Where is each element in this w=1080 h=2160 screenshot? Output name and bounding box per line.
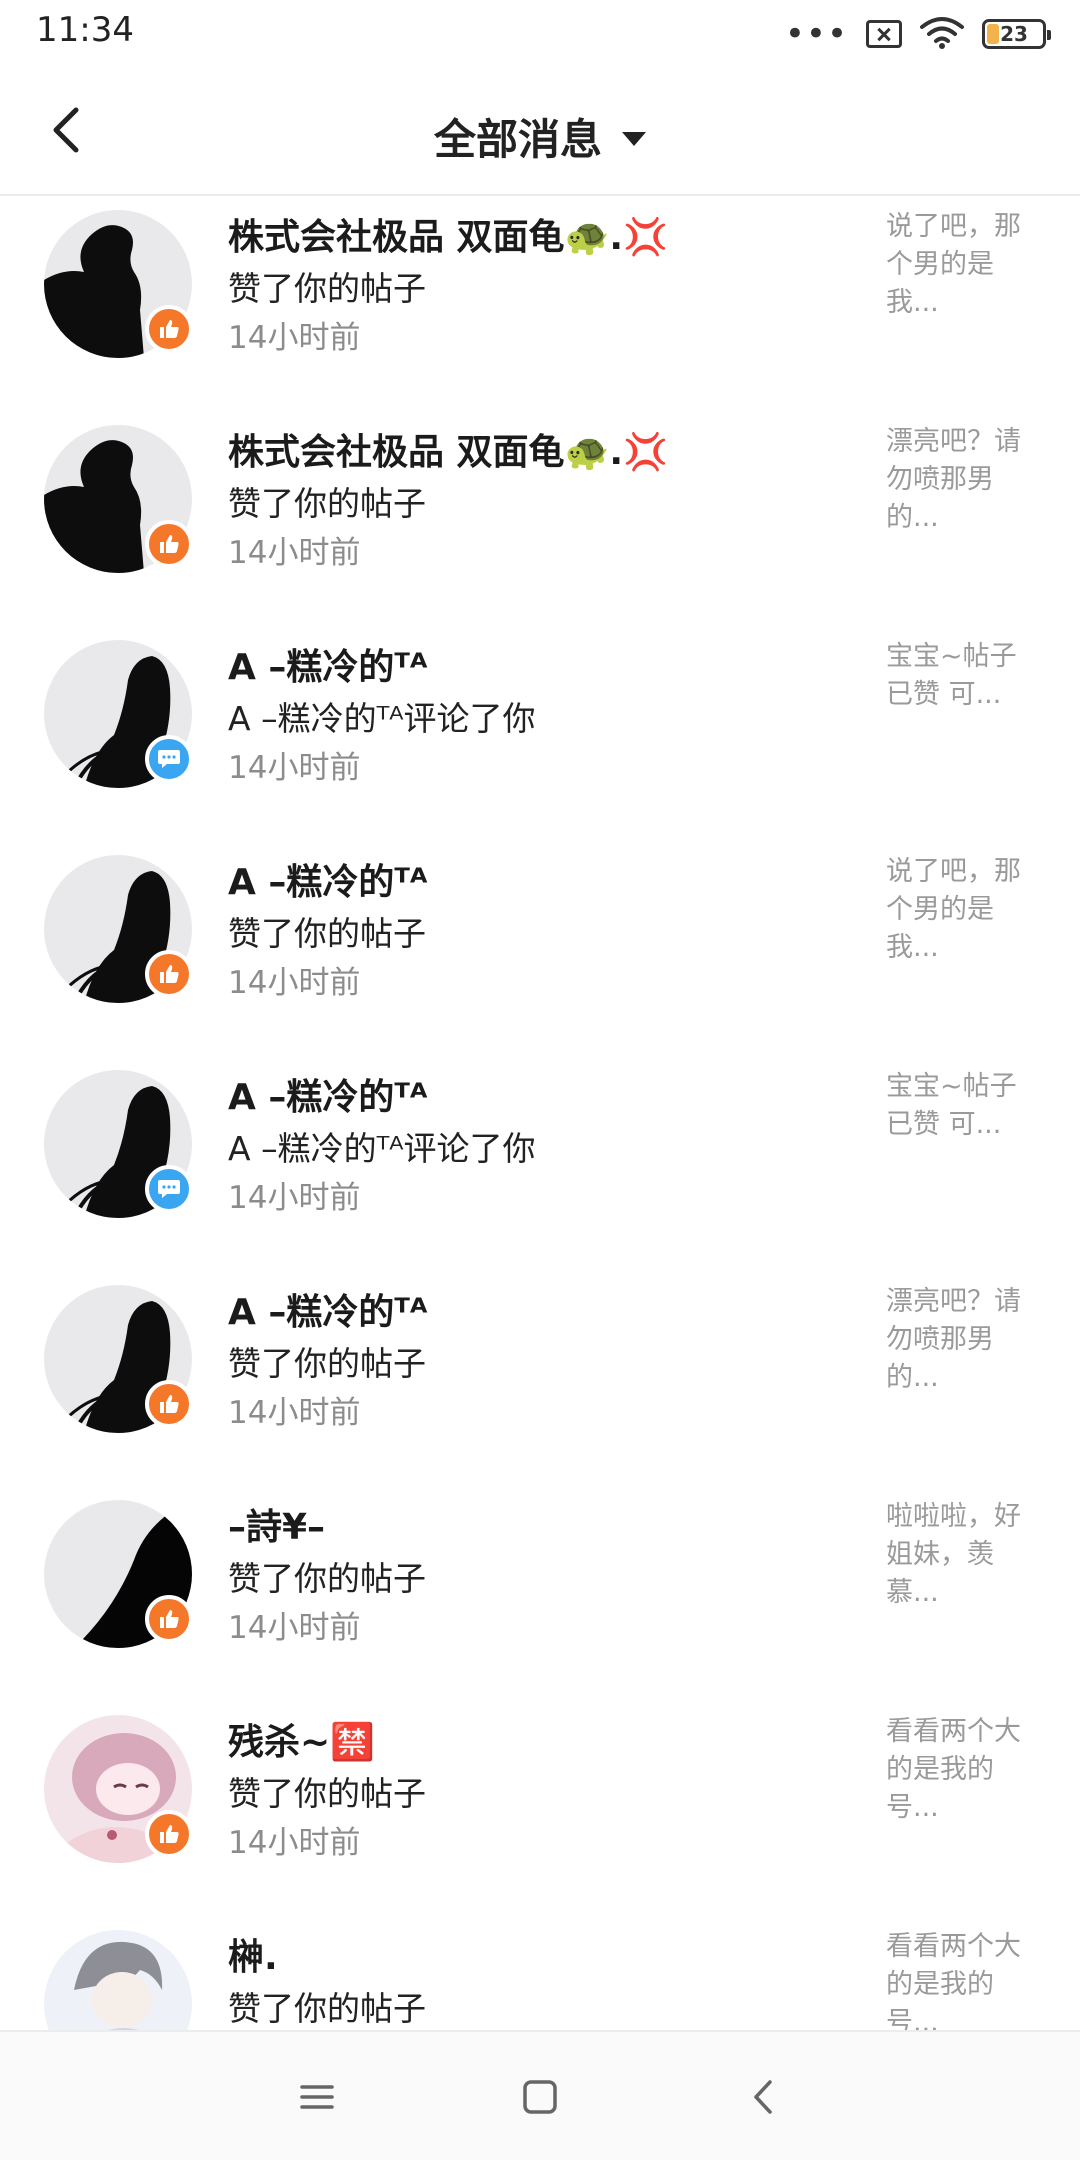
action-text: 赞了你的帖子: [228, 1774, 426, 1813]
timestamp: 14小时前: [228, 1180, 361, 1216]
post-preview[interactable]: 看看两个大的是我的号...: [886, 1713, 1036, 1827]
timestamp: 14小时前: [228, 750, 361, 786]
sender-name: A –糕冷的ᵀᴬ: [228, 1292, 428, 1333]
status-time: 11:34: [36, 10, 134, 50]
sender-name: A –糕冷的ᵀᴬ: [228, 862, 428, 903]
battery-icon: 23: [982, 19, 1051, 49]
action-text: 赞了你的帖子: [228, 1989, 426, 2028]
back-triangle-icon: [754, 2080, 772, 2114]
timestamp: 14小时前: [228, 535, 361, 571]
system-nav-bar: [0, 2030, 1080, 2160]
list-item[interactable]: A –糕冷的ᵀᴬ 赞了你的帖子 14小时前 漂亮吧？请勿喷那男的...: [0, 1273, 1080, 1488]
post-preview[interactable]: 说了吧，那个男的是我...: [886, 208, 1036, 322]
home-button[interactable]: [515, 2072, 565, 2122]
post-preview[interactable]: 说了吧，那个男的是我...: [886, 853, 1036, 967]
home-square-icon: [523, 2080, 557, 2114]
menu-icon: [300, 2085, 334, 2109]
menu-button[interactable]: [292, 2072, 342, 2122]
list-item[interactable]: A –糕冷的ᵀᴬ A –糕冷的ᵀᴬ评论了你 14小时前 宝宝~帖子已赞 可...: [0, 628, 1080, 843]
action-text: A –糕冷的ᵀᴬ评论了你: [228, 1129, 536, 1168]
sender-name: 榊.: [228, 1937, 278, 1978]
sender-name: –詩¥–: [228, 1507, 326, 1548]
sender-name: 株式会社极品 双面龟🐢.💢: [228, 432, 668, 473]
sim-off-icon: [866, 20, 902, 48]
list-item[interactable]: –詩¥– 赞了你的帖子 14小时前 啦啦啦，好姐妹，羡慕...: [0, 1488, 1080, 1703]
page-title: 全部消息: [433, 115, 602, 164]
sender-name: 残杀~🈲: [228, 1722, 375, 1763]
action-text: 赞了你的帖子: [228, 269, 426, 308]
timestamp: 14小时前: [228, 1825, 361, 1861]
list-item[interactable]: A –糕冷的ᵀᴬ 赞了你的帖子 14小时前 说了吧，那个男的是我...: [0, 843, 1080, 1058]
avatar[interactable]: [44, 1930, 192, 2030]
action-text: 赞了你的帖子: [228, 1559, 426, 1598]
timestamp: 14小时前: [228, 965, 361, 1001]
action-text: 赞了你的帖子: [228, 484, 426, 523]
timestamp: 14小时前: [228, 1610, 361, 1646]
timestamp: 14小时前: [228, 320, 361, 356]
post-preview[interactable]: 漂亮吧？请勿喷那男的...: [886, 1283, 1036, 1397]
dots-icon: •••: [784, 14, 848, 54]
post-preview[interactable]: 宝宝~帖子已赞 可...: [886, 638, 1036, 714]
post-preview[interactable]: 看看两个大的是我的号...: [886, 1928, 1036, 2030]
header-bar: 全部消息: [0, 68, 1080, 196]
comment-badge-icon: [145, 1165, 193, 1213]
timestamp: 14小时前: [228, 1395, 361, 1431]
battery-level: 23: [1000, 22, 1028, 46]
list-item[interactable]: 残杀~🈲 赞了你的帖子 14小时前 看看两个大的是我的号...: [0, 1703, 1080, 1918]
sender-name: A –糕冷的ᵀᴬ: [228, 647, 428, 688]
post-preview[interactable]: 宝宝~帖子已赞 可...: [886, 1068, 1036, 1144]
system-back-button[interactable]: [740, 2072, 790, 2122]
action-text: 赞了你的帖子: [228, 1344, 426, 1383]
wifi-icon: [920, 15, 964, 53]
like-badge-icon: [145, 1380, 193, 1428]
like-badge-icon: [145, 305, 193, 353]
like-badge-icon: [145, 1810, 193, 1858]
message-filter-dropdown[interactable]: 全部消息: [0, 106, 1080, 167]
list-item[interactable]: 榊. 赞了你的帖子 看看两个大的是我的号...: [0, 1918, 1080, 2030]
list-item[interactable]: 株式会社极品 双面龟🐢.💢 赞了你的帖子 14小时前 说了吧，那个男的是我...: [0, 198, 1080, 413]
message-list[interactable]: 株式会社极品 双面龟🐢.💢 赞了你的帖子 14小时前 说了吧，那个男的是我...…: [0, 198, 1080, 2030]
sender-name: 株式会社极品 双面龟🐢.💢: [228, 217, 668, 258]
like-badge-icon: [145, 1595, 193, 1643]
action-text: 赞了你的帖子: [228, 914, 426, 953]
status-icons: ••• 23: [784, 14, 1051, 54]
action-text: A –糕冷的ᵀᴬ评论了你: [228, 699, 536, 738]
like-badge-icon: [145, 950, 193, 998]
like-badge-icon: [145, 520, 193, 568]
list-item[interactable]: A –糕冷的ᵀᴬ A –糕冷的ᵀᴬ评论了你 14小时前 宝宝~帖子已赞 可...: [0, 1058, 1080, 1273]
caret-down-icon: [622, 131, 646, 146]
list-item[interactable]: 株式会社极品 双面龟🐢.💢 赞了你的帖子 14小时前 漂亮吧？请勿喷那男的...: [0, 413, 1080, 628]
post-preview[interactable]: 啦啦啦，好姐妹，羡慕...: [886, 1498, 1036, 1612]
status-bar: 11:34 ••• 23: [0, 0, 1080, 68]
post-preview[interactable]: 漂亮吧？请勿喷那男的...: [886, 423, 1036, 537]
comment-badge-icon: [145, 735, 193, 783]
sender-name: A –糕冷的ᵀᴬ: [228, 1077, 428, 1118]
